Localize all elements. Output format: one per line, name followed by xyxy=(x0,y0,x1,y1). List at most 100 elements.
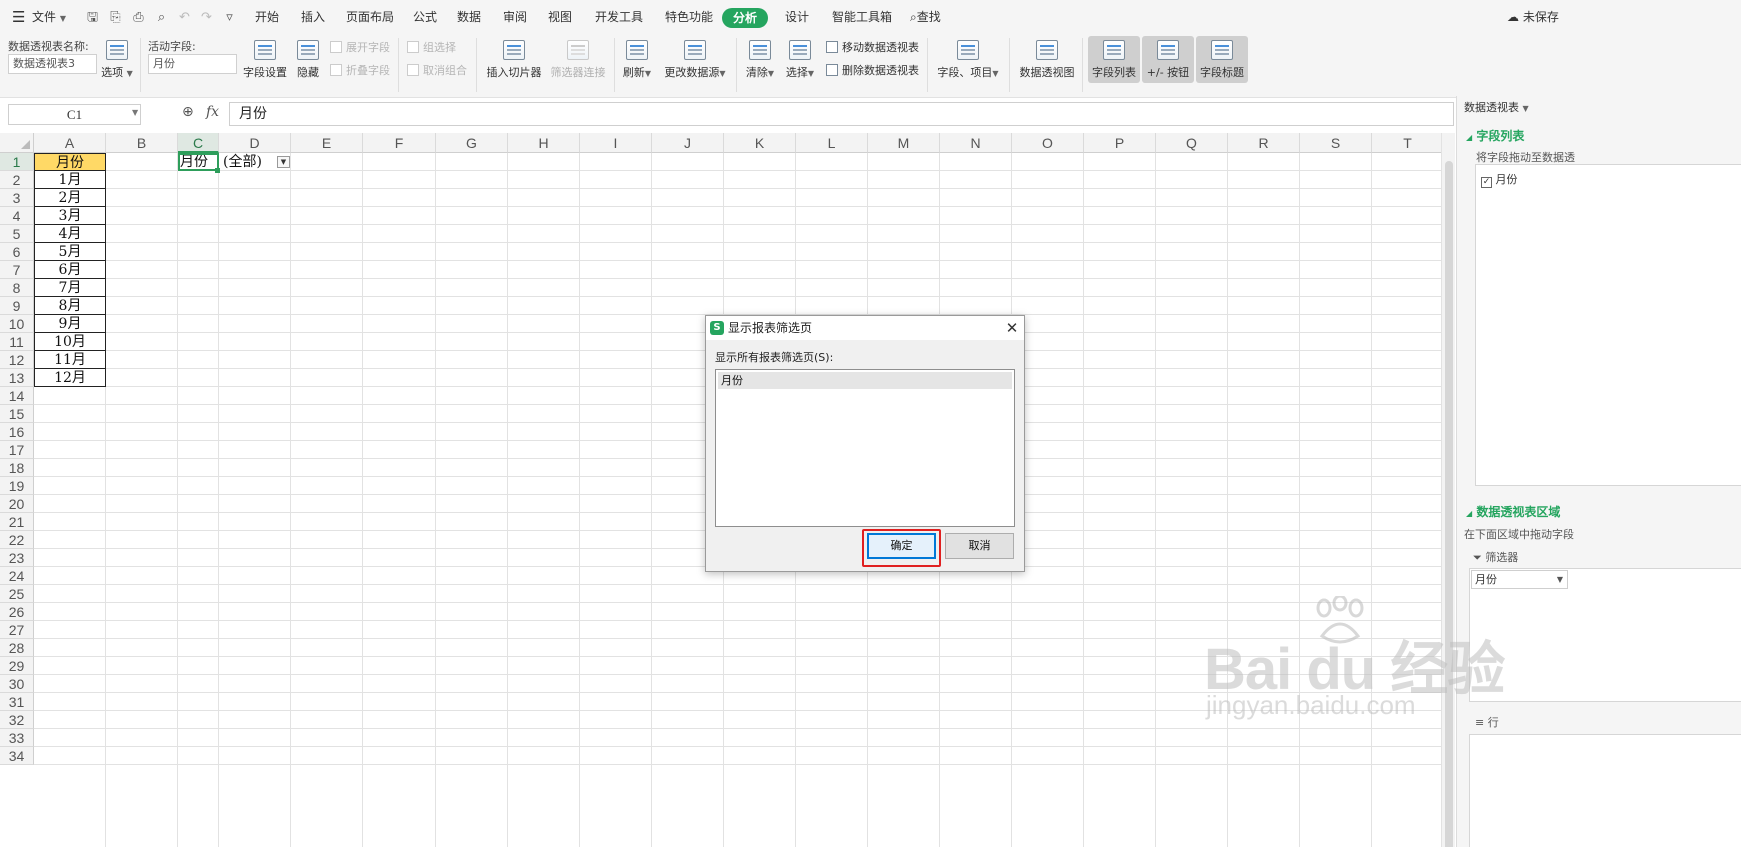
hide-button[interactable]: 隐藏 xyxy=(294,40,322,80)
clear-button[interactable]: 清除▼ xyxy=(744,40,776,80)
tab-design[interactable]: 设计 xyxy=(785,0,809,34)
cell-month[interactable]: 12月 xyxy=(34,369,106,387)
column-header[interactable]: J xyxy=(652,133,724,153)
fields-items-button[interactable]: 字段、项目▼ xyxy=(936,40,1000,80)
cell-c1-filter-label[interactable]: 月份 xyxy=(178,153,219,171)
close-icon[interactable]: ✕ xyxy=(1002,318,1022,338)
cell-month[interactable]: 月份 xyxy=(34,153,106,171)
refresh-button[interactable]: 刷新▼ xyxy=(621,40,653,80)
column-header[interactable]: A xyxy=(34,133,106,153)
group-select-button[interactable]: 组选择 xyxy=(407,40,456,56)
row-header[interactable]: 2 xyxy=(0,171,34,189)
row-header[interactable]: 8 xyxy=(0,279,34,297)
column-header[interactable]: S xyxy=(1300,133,1372,153)
zoom-icon[interactable]: ⊕ xyxy=(182,104,194,120)
cell-d1-filter-value[interactable]: (全部) ▼ xyxy=(221,153,291,171)
row-header[interactable]: 30 xyxy=(0,675,34,693)
row-header[interactable]: 19 xyxy=(0,477,34,495)
hamburger-icon[interactable]: ☰ xyxy=(12,0,25,34)
row-header[interactable]: 32 xyxy=(0,711,34,729)
collapse-field-button[interactable]: 折叠字段 xyxy=(330,63,390,79)
row-header[interactable]: 4 xyxy=(0,207,34,225)
select-all-corner[interactable] xyxy=(0,133,34,153)
field-item[interactable]: ✓ 月份 xyxy=(1481,171,1518,188)
cell-month[interactable]: 3月 xyxy=(34,207,106,225)
row-header[interactable]: 31 xyxy=(0,693,34,711)
active-field-input[interactable]: 月份 xyxy=(148,54,237,74)
row-header[interactable]: 16 xyxy=(0,423,34,441)
fx-icon[interactable]: fx xyxy=(206,104,219,120)
cell-month[interactable]: 2月 xyxy=(34,189,106,207)
cell-month[interactable]: 5月 xyxy=(34,243,106,261)
row-header[interactable]: 12 xyxy=(0,351,34,369)
column-header[interactable]: C xyxy=(178,133,219,153)
cell-month[interactable]: 4月 xyxy=(34,225,106,243)
scrollbar-thumb[interactable] xyxy=(1445,161,1453,847)
change-source-button[interactable]: 更改数据源▼ xyxy=(663,40,727,80)
ungroup-button[interactable]: 取消组合 xyxy=(407,63,467,79)
column-header[interactable]: T xyxy=(1372,133,1441,153)
tab-features[interactable]: 特色功能 xyxy=(665,0,713,34)
save-icon[interactable]: 🖫 xyxy=(86,11,99,24)
row-header[interactable]: 6 xyxy=(0,243,34,261)
options-button[interactable]: 选项 ▼ xyxy=(101,40,133,80)
name-box[interactable]: C1 xyxy=(8,104,141,125)
cancel-button[interactable]: 取消 xyxy=(945,533,1014,559)
row-header[interactable]: 33 xyxy=(0,729,34,747)
row-header[interactable]: 15 xyxy=(0,405,34,423)
select-button[interactable]: 选择▼ xyxy=(784,40,816,80)
pane-header[interactable]: 数据透视表 ▼ xyxy=(1464,99,1529,115)
pivot-area-section[interactable]: ◢ 数据透视表区域 xyxy=(1466,503,1560,520)
tab-review[interactable]: 审阅 xyxy=(503,0,527,34)
column-header[interactable]: G xyxy=(436,133,508,153)
print-preview-icon[interactable]: ⌕ xyxy=(155,11,168,24)
cell-month[interactable]: 8月 xyxy=(34,297,106,315)
filter-field-chip[interactable]: 月份 ▼ xyxy=(1471,570,1568,589)
row-header[interactable]: 7 xyxy=(0,261,34,279)
tab-data[interactable]: 数据 xyxy=(457,0,481,34)
tab-view[interactable]: 视图 xyxy=(548,0,572,34)
search-button[interactable]: ⌕查找 xyxy=(910,0,941,34)
column-header[interactable]: M xyxy=(868,133,940,153)
row-header[interactable]: 1 xyxy=(0,153,34,171)
row-header[interactable]: 14 xyxy=(0,387,34,405)
cell-month[interactable]: 11月 xyxy=(34,351,106,369)
row-header[interactable]: 18 xyxy=(0,459,34,477)
print-icon[interactable]: ⎙ xyxy=(132,11,145,24)
cell-month[interactable]: 10月 xyxy=(34,333,106,351)
list-item[interactable]: 月份 xyxy=(718,372,1012,389)
undo-icon[interactable]: ↶ xyxy=(178,11,191,24)
tab-insert[interactable]: 插入 xyxy=(301,0,325,34)
row-header[interactable]: 3 xyxy=(0,189,34,207)
field-headers-toggle[interactable]: 字段标题 xyxy=(1198,40,1246,80)
column-header[interactable]: O xyxy=(1012,133,1084,153)
column-header[interactable]: P xyxy=(1084,133,1156,153)
row-header[interactable]: 22 xyxy=(0,531,34,549)
cell-month[interactable]: 9月 xyxy=(34,315,106,333)
row-header[interactable]: 21 xyxy=(0,513,34,531)
column-header[interactable]: D xyxy=(219,133,291,153)
tab-developer[interactable]: 开发工具 xyxy=(595,0,643,34)
row-header[interactable]: 29 xyxy=(0,657,34,675)
cell-month[interactable]: 1月 xyxy=(34,171,106,189)
filter-pages-list[interactable]: 月份 xyxy=(715,369,1015,527)
dialog-titlebar[interactable]: S 显示报表筛选页 ✕ xyxy=(706,316,1024,340)
vertical-scrollbar[interactable] xyxy=(1441,133,1455,847)
tab-analyze[interactable]: 分析 xyxy=(722,8,769,28)
column-header[interactable]: N xyxy=(940,133,1012,153)
field-settings-button[interactable]: 字段设置 xyxy=(242,40,288,80)
row-header[interactable]: 10 xyxy=(0,315,34,333)
pivot-chart-button[interactable]: 数据透视图 xyxy=(1018,40,1076,80)
row-header[interactable]: 24 xyxy=(0,567,34,585)
row-header[interactable]: 28 xyxy=(0,639,34,657)
field-list-section[interactable]: ◢ 字段列表 xyxy=(1466,127,1524,144)
row-header[interactable]: 25 xyxy=(0,585,34,603)
column-header[interactable]: I xyxy=(580,133,652,153)
column-header[interactable]: B xyxy=(106,133,178,153)
tab-formulas[interactable]: 公式 xyxy=(413,0,437,34)
customize-icon[interactable]: ▿ xyxy=(223,11,236,24)
filter-connection-button[interactable]: 筛选器连接 xyxy=(549,40,607,80)
column-header[interactable]: R xyxy=(1228,133,1300,153)
insert-slicer-button[interactable]: 插入切片器 xyxy=(485,40,543,80)
expand-field-button[interactable]: 展开字段 xyxy=(330,40,390,56)
